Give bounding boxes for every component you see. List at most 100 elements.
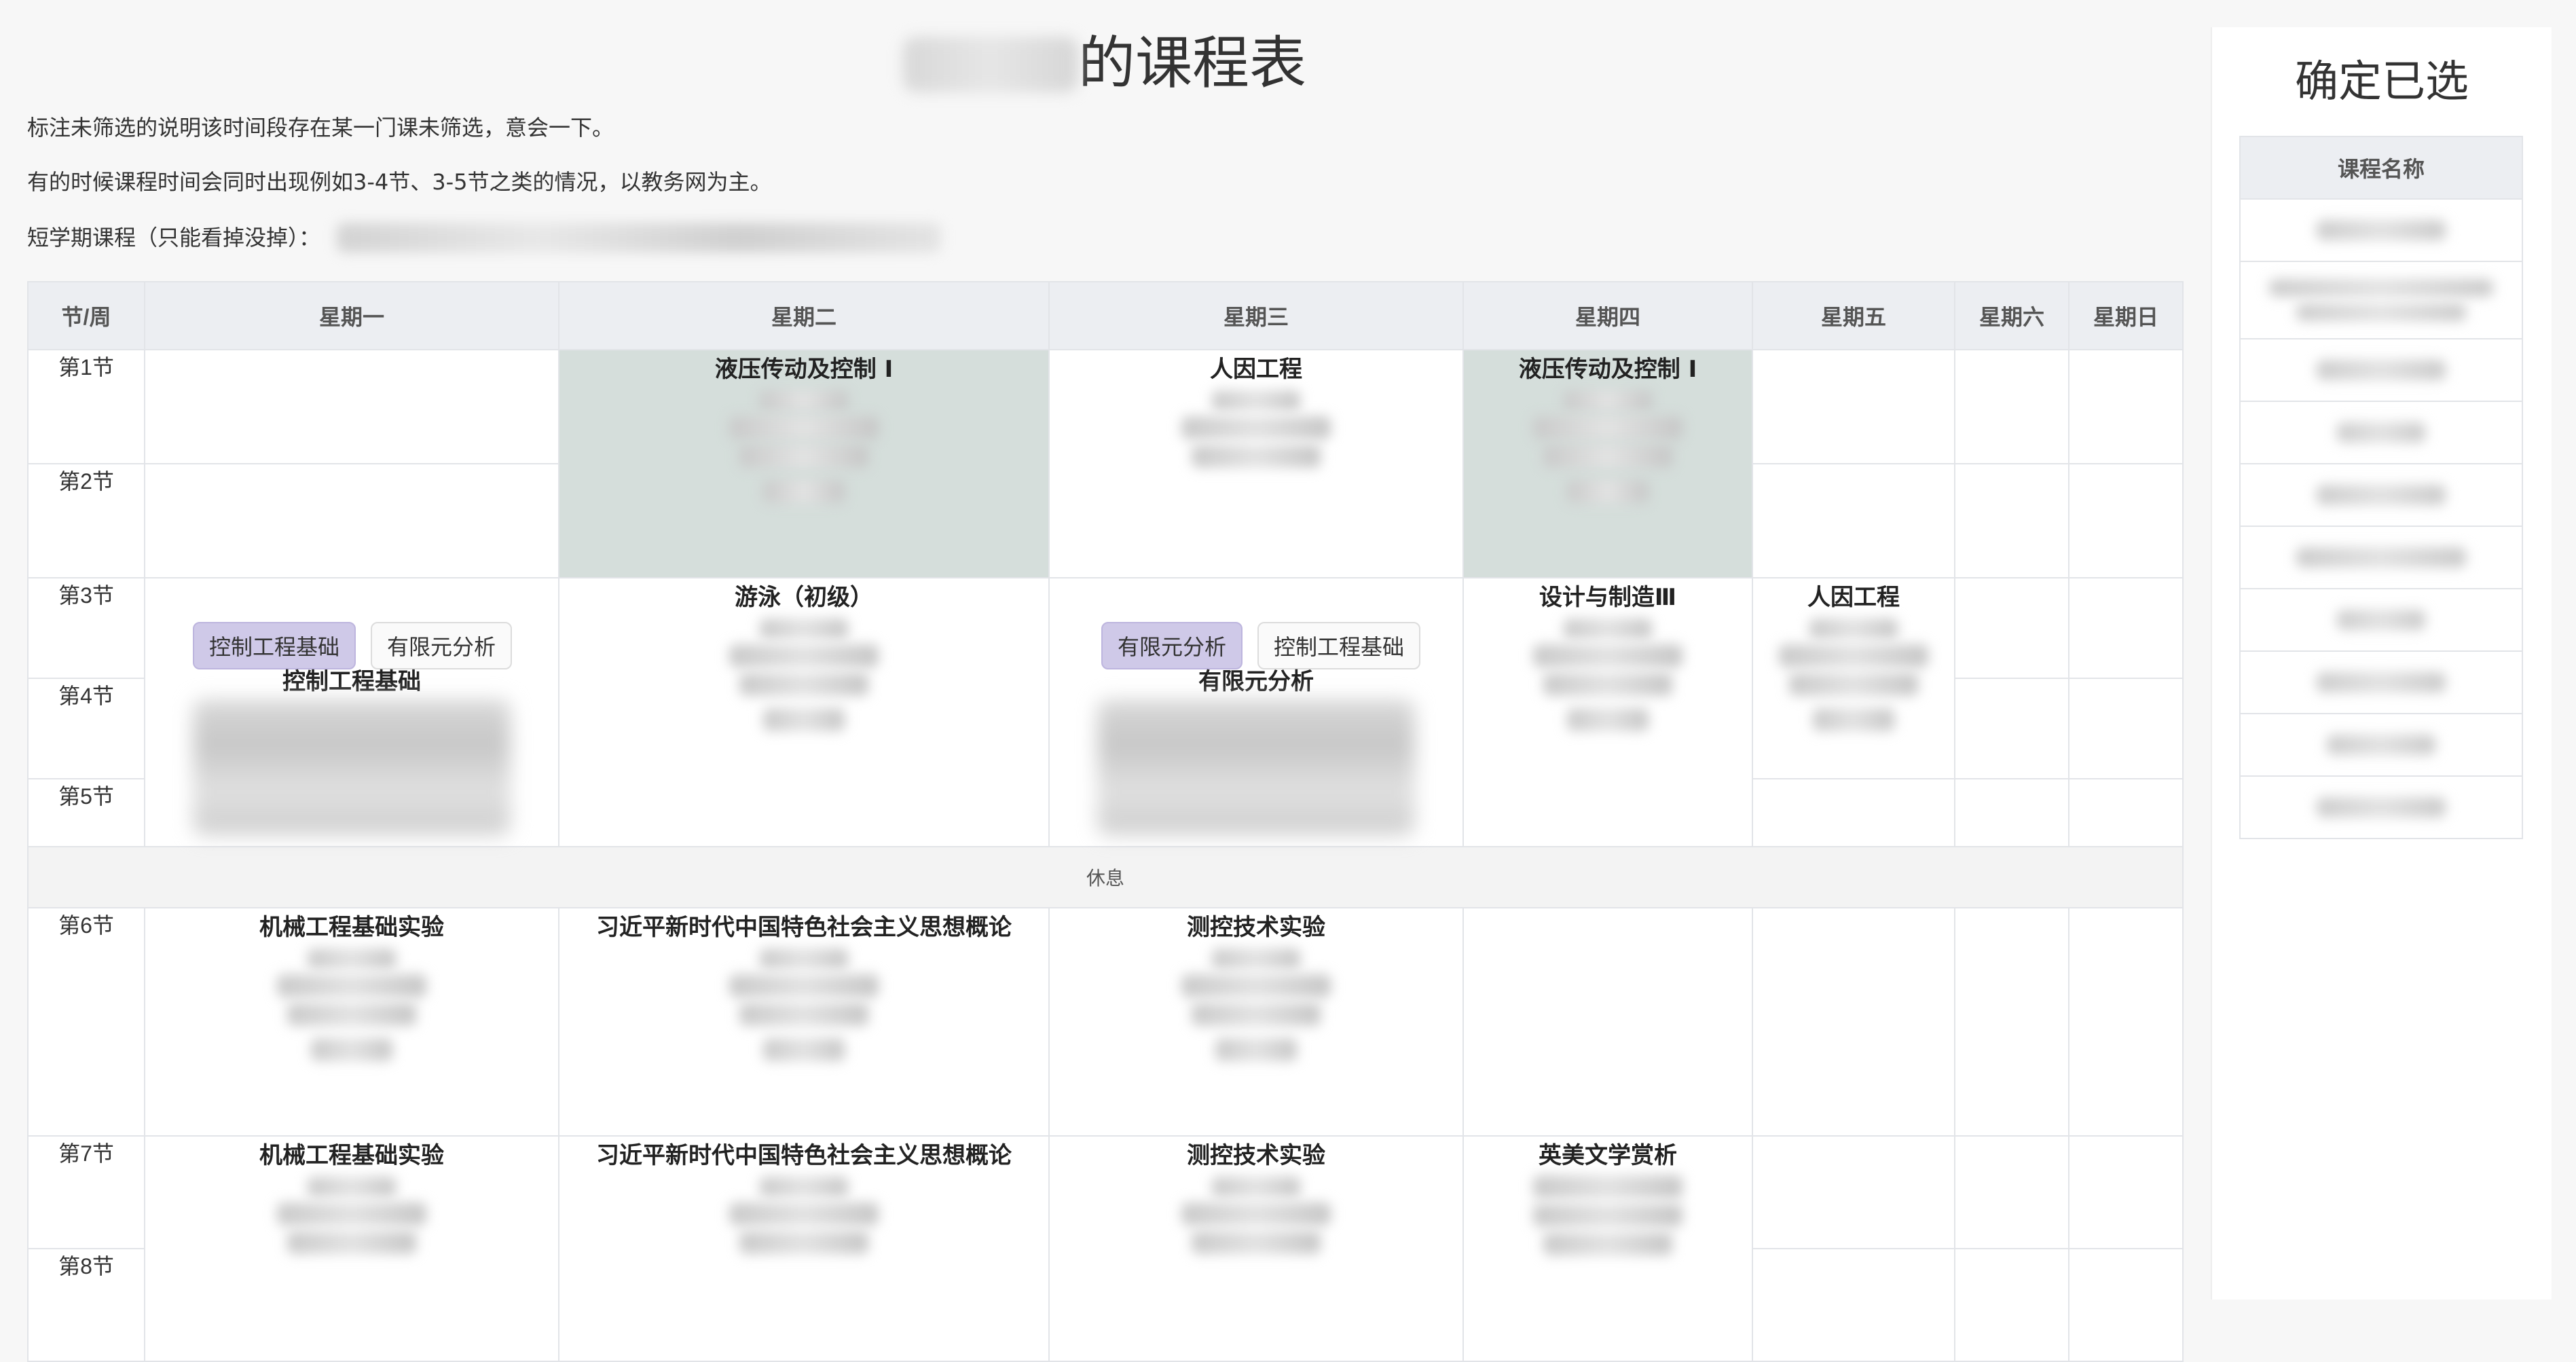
redacted-info <box>1533 644 1682 667</box>
header-period: 节/周 <box>27 281 145 350</box>
column-header-course-name: 课程名称 <box>2239 136 2523 200</box>
redacted-info <box>729 1202 879 1226</box>
empty-cell <box>2068 463 2184 578</box>
empty-cell <box>2068 678 2184 779</box>
redacted-info <box>1543 445 1672 468</box>
table-row: 第1节 液压传动及控制 I 人因工程 液压传动及控制 I <box>27 349 2184 578</box>
redacted-info <box>1212 949 1300 969</box>
course-cell[interactable]: 设计与制造Ⅲ <box>1462 577 1753 847</box>
course-cell[interactable]: 测控技术实验 <box>1048 1135 1464 1362</box>
empty-cell <box>1462 907 1753 1137</box>
redacted-info <box>287 1003 416 1026</box>
header-sat: 星期六 <box>1954 281 2069 350</box>
break-label: 休息 <box>27 846 2184 908</box>
redacted-course <box>2269 279 2493 297</box>
redacted-info <box>760 390 848 411</box>
empty-cell <box>1954 678 2069 779</box>
empty-cell <box>1954 577 2069 679</box>
period-label: 第5节 <box>27 778 145 847</box>
redacted-info <box>1181 1202 1331 1226</box>
course-cell[interactable]: 习近平新时代中国特色社会主义思想概论 <box>558 1135 1050 1362</box>
list-item <box>2239 338 2523 402</box>
header-fri: 星期五 <box>1752 281 1955 350</box>
redacted-info <box>763 708 845 731</box>
short-term-redacted <box>337 223 942 253</box>
empty-cell <box>1752 1248 1955 1362</box>
course-cell[interactable]: 机械工程基础实验 <box>144 907 559 1137</box>
conflict-cell-wed: 有限元分析 控制工程基础 有限元分析 <box>1048 577 1464 847</box>
redacted-info <box>1212 1177 1300 1197</box>
redacted-course <box>2317 485 2446 505</box>
course-cell[interactable]: 英美文学赏析 <box>1462 1135 1753 1362</box>
course-name: 液压传动及控制 I <box>1518 356 1697 383</box>
selected-courses-table: 课程名称 <box>2239 136 2523 839</box>
course-cell[interactable]: 人因工程 <box>1048 349 1464 578</box>
redacted-info <box>1564 390 1652 411</box>
redacted-info <box>311 1038 392 1061</box>
redacted-info <box>1181 416 1331 439</box>
header-mon: 星期一 <box>144 281 559 350</box>
empty-cell <box>1752 463 1955 578</box>
header-thu: 星期四 <box>1462 281 1753 350</box>
redacted-course <box>2317 220 2446 240</box>
course-name: 有限元分析 <box>1198 668 1314 695</box>
redacted-info <box>739 673 868 696</box>
course-cell[interactable]: 游泳（初级） <box>558 577 1050 847</box>
period-label: 第2节 <box>27 463 145 578</box>
redacted-info <box>308 949 396 969</box>
redacted-course <box>2296 303 2466 321</box>
schedule-section: 的课程表 标注未筛选的说明该时间段存在某一门课未筛选，意会一下。 有的时候课程时… <box>27 19 2184 1362</box>
period-label: 第6节 <box>27 907 145 1137</box>
list-item <box>2239 463 2523 527</box>
empty-cell <box>2068 907 2184 1137</box>
course-name: 机械工程基础实验 <box>259 914 444 941</box>
break-row: 休息 <box>27 846 2184 908</box>
redacted-course <box>2317 360 2446 380</box>
redacted-course <box>2327 735 2435 755</box>
empty-cell <box>2068 1248 2184 1362</box>
period-label: 第4节 <box>27 678 145 779</box>
redacted-info <box>1533 1204 1682 1227</box>
list-item <box>2239 401 2523 464</box>
empty-cell <box>144 463 559 578</box>
course-cell[interactable]: 液压传动及控制 I <box>558 349 1050 578</box>
empty-cell <box>2068 778 2184 847</box>
course-name: 控制工程基础 <box>282 668 421 695</box>
list-item <box>2239 775 2523 839</box>
redacted-info <box>1789 673 1918 696</box>
course-name: 设计与制造Ⅲ <box>1539 584 1677 611</box>
empty-cell <box>2068 349 2184 464</box>
short-term-label: 短学期课程（只能看掉没掉）： <box>27 225 321 251</box>
course-cell[interactable]: 液压传动及控制 I <box>1462 349 1753 578</box>
redacted-info <box>1212 390 1300 411</box>
period-label: 第1节 <box>27 349 145 464</box>
course-cell[interactable]: 人因工程 <box>1752 577 1955 779</box>
empty-cell <box>1752 349 1955 464</box>
empty-cell <box>2068 577 2184 679</box>
empty-cell <box>1954 778 2069 847</box>
list-item <box>2239 588 2523 652</box>
course-name: 人因工程 <box>1210 356 1302 383</box>
course-cell[interactable]: 机械工程基础实验 <box>144 1135 559 1362</box>
course-name: 游泳（初级） <box>735 584 873 611</box>
course-cell[interactable]: 测控技术实验 <box>1048 907 1464 1137</box>
empty-cell <box>1954 1135 2069 1249</box>
redacted-info <box>1215 1038 1297 1061</box>
redacted-info <box>1813 708 1894 731</box>
redacted-info <box>729 644 879 667</box>
redacted-info <box>760 619 848 639</box>
table-header-row: 节/周 星期一 星期二 星期三 星期四 星期五 星期六 星期日 <box>27 281 2184 350</box>
header-sun: 星期日 <box>2068 281 2184 350</box>
course-cell[interactable]: 习近平新时代中国特色社会主义思想概论 <box>558 907 1050 1137</box>
redacted-info <box>1543 1232 1672 1255</box>
empty-cell <box>2068 1135 2184 1249</box>
redacted-info <box>1181 974 1331 997</box>
redacted-info <box>760 949 848 969</box>
redacted-info <box>1097 699 1415 835</box>
redacted-info <box>1192 1003 1321 1026</box>
title-row: 的课程表 <box>27 19 2182 114</box>
redacted-info <box>1192 1231 1321 1254</box>
redacted-info <box>1192 445 1321 468</box>
redacted-info <box>1564 619 1652 639</box>
table-row: 第3节 控制工程基础 有限元分析 控制工程基础 游泳（初级） 有限元分析 控制工… <box>27 577 2184 847</box>
